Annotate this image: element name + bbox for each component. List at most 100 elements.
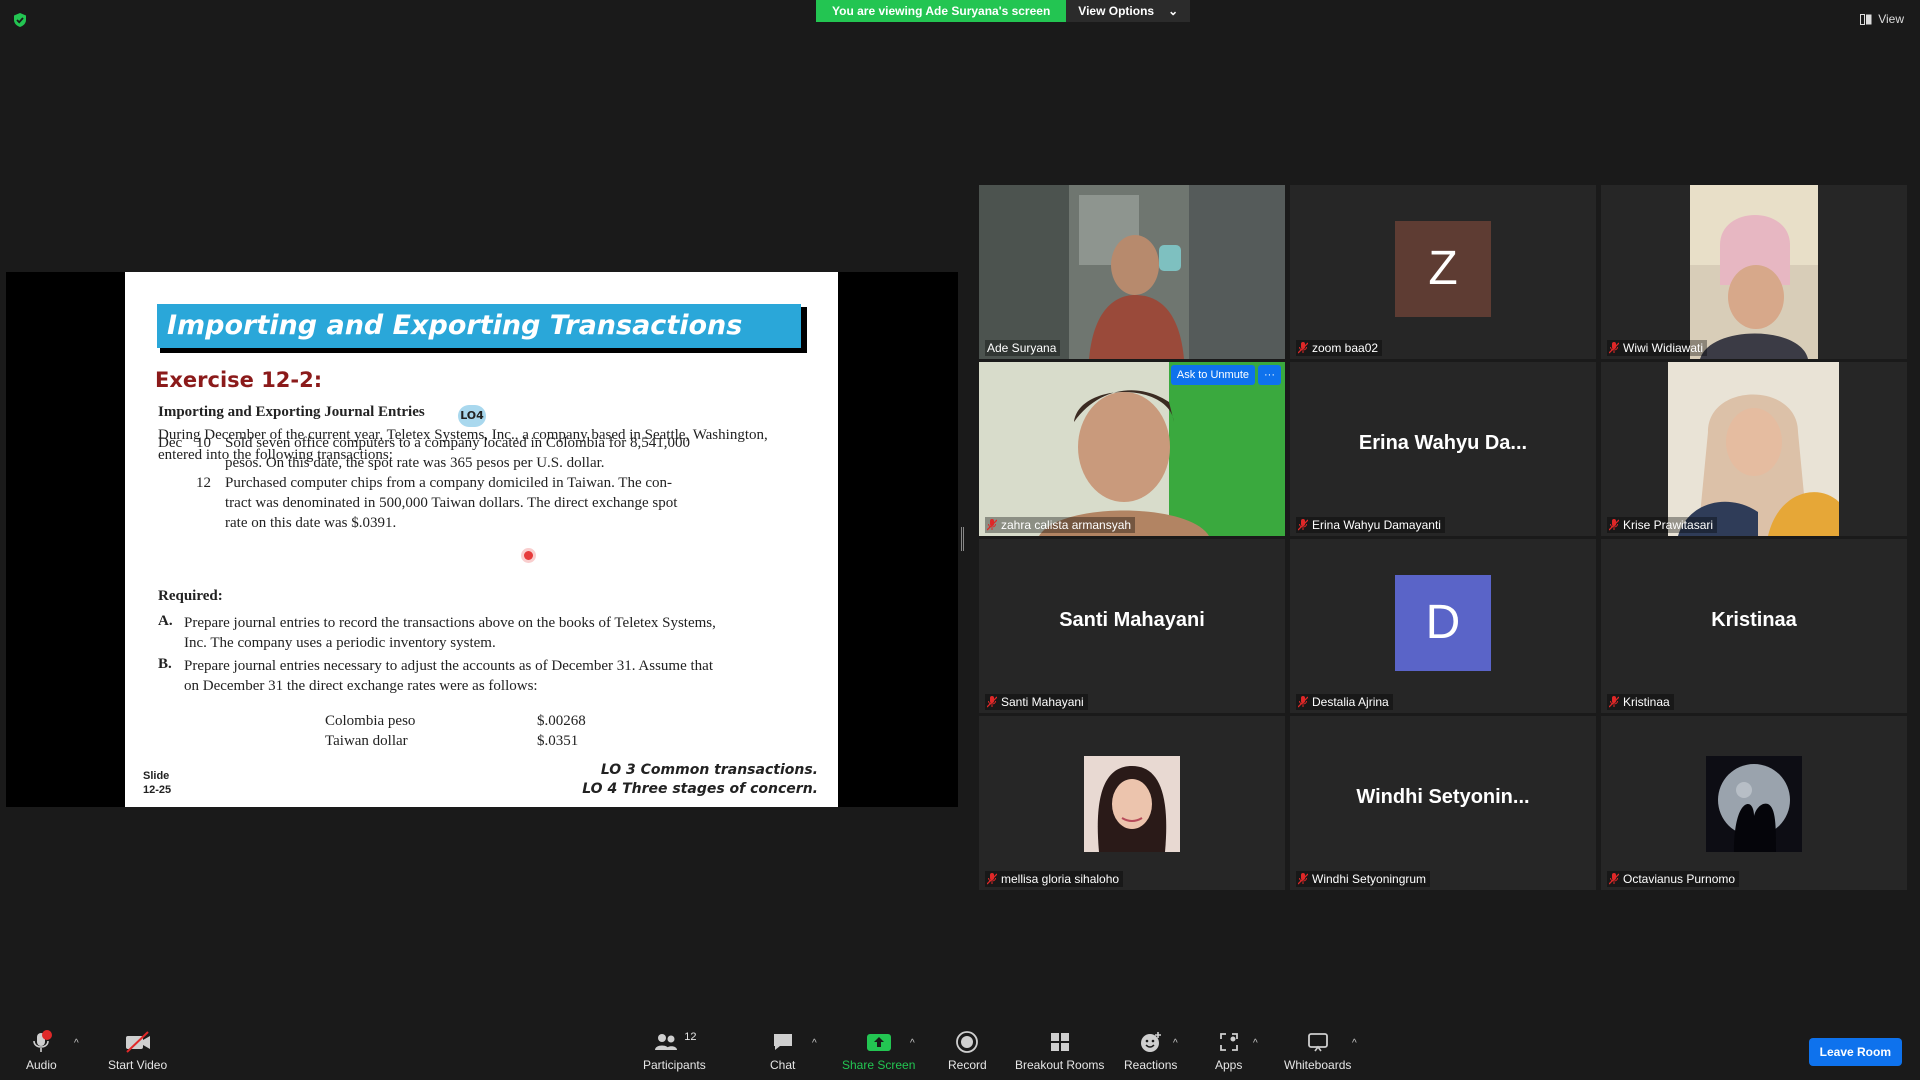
split-resize-handle[interactable] bbox=[961, 527, 964, 551]
shared-screen[interactable]: Importing and Exporting Transactions Exe… bbox=[6, 272, 958, 807]
audio-button[interactable]: Audio bbox=[26, 1030, 57, 1072]
transaction-line: pesos. On this date, the spot rate was 3… bbox=[225, 455, 605, 471]
participant-tile[interactable]: Kristinaa Kristinaa bbox=[1601, 539, 1907, 713]
whiteboards-label: Whiteboards bbox=[1284, 1058, 1352, 1072]
mic-muted-icon bbox=[1609, 519, 1619, 531]
whiteboards-options-caret[interactable]: ^ bbox=[1352, 1038, 1357, 1049]
mic-muted-icon bbox=[1609, 873, 1619, 885]
participant-name: mellisa gloria sihaloho bbox=[1001, 872, 1120, 886]
start-video-button[interactable]: Start Video bbox=[108, 1030, 167, 1072]
apps-label: Apps bbox=[1215, 1058, 1243, 1072]
apps-options-caret[interactable]: ^ bbox=[1253, 1038, 1258, 1049]
required-letter: B. bbox=[158, 656, 172, 672]
participant-video bbox=[979, 185, 1285, 359]
transaction-day: 12 bbox=[196, 475, 211, 491]
participant-photo bbox=[1084, 756, 1180, 852]
mic-muted-icon bbox=[1609, 342, 1619, 354]
meeting-toolbar: Audio ^ Start Video 12 Participants Chat… bbox=[0, 1020, 1920, 1080]
participant-name-label: zahra calista armansyah bbox=[985, 517, 1136, 533]
viewing-screen-text: You are viewing Ade Suryana's screen bbox=[816, 0, 1067, 22]
slide-title: Importing and Exporting Transactions bbox=[157, 304, 801, 348]
participant-tile[interactable]: mellisa gloria sihaloho bbox=[979, 716, 1285, 890]
slide-number: Slide 12-25 bbox=[143, 769, 171, 797]
transaction-line: Purchased computer chips from a company … bbox=[225, 475, 673, 491]
chat-options-caret[interactable]: ^ bbox=[812, 1038, 817, 1049]
leave-room-button[interactable]: Leave Room bbox=[1808, 1038, 1902, 1066]
participant-tile[interactable]: Santi Mahayani Santi Mahayani bbox=[979, 539, 1285, 713]
participant-name-label: Kristinaa bbox=[1607, 694, 1674, 710]
transaction-line: tract was denominated in 500,000 Taiwan … bbox=[225, 495, 678, 511]
exercise-heading: Exercise 12-2: bbox=[155, 368, 323, 392]
reactions-button[interactable]: Reactions bbox=[1124, 1030, 1177, 1072]
rate-value: $.0351 bbox=[537, 733, 579, 749]
view-options-label: View Options bbox=[1078, 4, 1155, 18]
participant-tile[interactable]: D Destalia Ajrina bbox=[1290, 539, 1596, 713]
laser-pointer bbox=[524, 551, 533, 560]
lo4-note: LO 4 Three stages of concern. bbox=[582, 781, 818, 797]
shield-check-icon[interactable] bbox=[12, 12, 28, 28]
record-button[interactable]: Record bbox=[948, 1030, 987, 1072]
audio-label: Audio bbox=[26, 1058, 57, 1072]
participant-name: Windhi Setyoningrum bbox=[1312, 872, 1427, 886]
participant-tile[interactable]: Ask to Unmute ··· zahra calista armansya… bbox=[979, 362, 1285, 536]
slide-subheading: Importing and Exporting Journal Entries bbox=[158, 404, 425, 420]
breakout-rooms-icon bbox=[1048, 1030, 1072, 1054]
share-options-caret[interactable]: ^ bbox=[910, 1038, 915, 1049]
participant-name-label: Wiwi Widiawati bbox=[1607, 340, 1708, 356]
viewing-banner: You are viewing Ade Suryana's screen Vie… bbox=[816, 0, 1191, 22]
breakout-rooms-button[interactable]: Breakout Rooms bbox=[1015, 1030, 1104, 1072]
participant-display-name: Santi Mahayani bbox=[1059, 609, 1205, 631]
grid-view-icon bbox=[1860, 13, 1872, 25]
view-button[interactable]: View bbox=[1860, 12, 1904, 26]
participant-tile[interactable]: Z zoom baa02 bbox=[1290, 185, 1596, 359]
ask-to-unmute-button[interactable]: Ask to Unmute bbox=[1170, 365, 1255, 385]
participant-tile[interactable]: Wiwi Widiawati bbox=[1601, 185, 1907, 359]
zoom-meeting-window: You are viewing Ade Suryana's screen Vie… bbox=[0, 0, 1920, 1080]
more-options-button[interactable]: ··· bbox=[1258, 365, 1281, 385]
reactions-options-caret[interactable]: ^ bbox=[1173, 1038, 1178, 1049]
participant-name-label: Krise Prawitasari bbox=[1607, 517, 1718, 533]
participant-display-name: Windhi Setyonin... bbox=[1356, 786, 1530, 808]
participant-tile[interactable]: Krise Prawitasari bbox=[1601, 362, 1907, 536]
apps-button[interactable]: Apps bbox=[1215, 1030, 1242, 1072]
participant-name-label: Destalia Ajrina bbox=[1296, 694, 1393, 710]
participant-name: Erina Wahyu Damayanti bbox=[1312, 518, 1441, 532]
chat-label: Chat bbox=[770, 1058, 796, 1072]
participant-name-label: Octavianus Purnomo bbox=[1607, 871, 1740, 887]
record-label: Record bbox=[948, 1058, 987, 1072]
rate-currency: Taiwan dollar bbox=[325, 733, 408, 749]
avatar: D bbox=[1395, 575, 1491, 671]
view-button-label: View bbox=[1878, 12, 1904, 26]
participant-display-name: Erina Wahyu Da... bbox=[1358, 432, 1528, 454]
participant-tile[interactable]: Octavianus Purnomo bbox=[1601, 716, 1907, 890]
participant-photo bbox=[1690, 185, 1818, 359]
share-screen-label: Share Screen bbox=[842, 1058, 916, 1072]
participant-tile[interactable]: Windhi Setyonin... Windhi Setyoningrum bbox=[1290, 716, 1596, 890]
mic-muted-icon bbox=[1298, 696, 1308, 708]
whiteboards-button[interactable]: Whiteboards bbox=[1284, 1030, 1351, 1072]
required-line: on December 31 the direct exchange rates… bbox=[184, 678, 538, 694]
share-screen-icon bbox=[866, 1030, 892, 1054]
mic-muted-icon bbox=[1298, 342, 1308, 354]
mic-muted-icon bbox=[1298, 519, 1308, 531]
chat-button[interactable]: Chat bbox=[770, 1030, 795, 1072]
participant-name-label: zoom baa02 bbox=[1296, 340, 1383, 356]
transaction-month: Dec bbox=[158, 435, 183, 451]
microphone-icon bbox=[29, 1030, 53, 1054]
audio-options-caret[interactable]: ^ bbox=[74, 1038, 79, 1049]
participants-button[interactable]: 12 Participants bbox=[643, 1030, 706, 1072]
share-screen-button[interactable]: Share Screen bbox=[842, 1030, 915, 1072]
participant-tile[interactable]: Erina Wahyu Da... Erina Wahyu Damayanti bbox=[1290, 362, 1596, 536]
participant-tile[interactable]: Ade Suryana bbox=[979, 185, 1285, 359]
participant-name-label: Santi Mahayani bbox=[985, 694, 1088, 710]
mic-muted-icon bbox=[987, 519, 997, 531]
transaction-line: rate on this date was $.0391. bbox=[225, 515, 397, 531]
participant-display-name: Kristinaa bbox=[1711, 609, 1797, 631]
participant-video bbox=[979, 362, 1285, 536]
view-options-button[interactable]: View Options ⌄ bbox=[1066, 0, 1191, 22]
mic-muted-icon bbox=[1609, 696, 1619, 708]
mic-muted-icon bbox=[1298, 873, 1308, 885]
required-line: Prepare journal entries necessary to adj… bbox=[184, 658, 713, 674]
required-label: Required: bbox=[158, 588, 223, 604]
participant-photo bbox=[1706, 756, 1802, 852]
